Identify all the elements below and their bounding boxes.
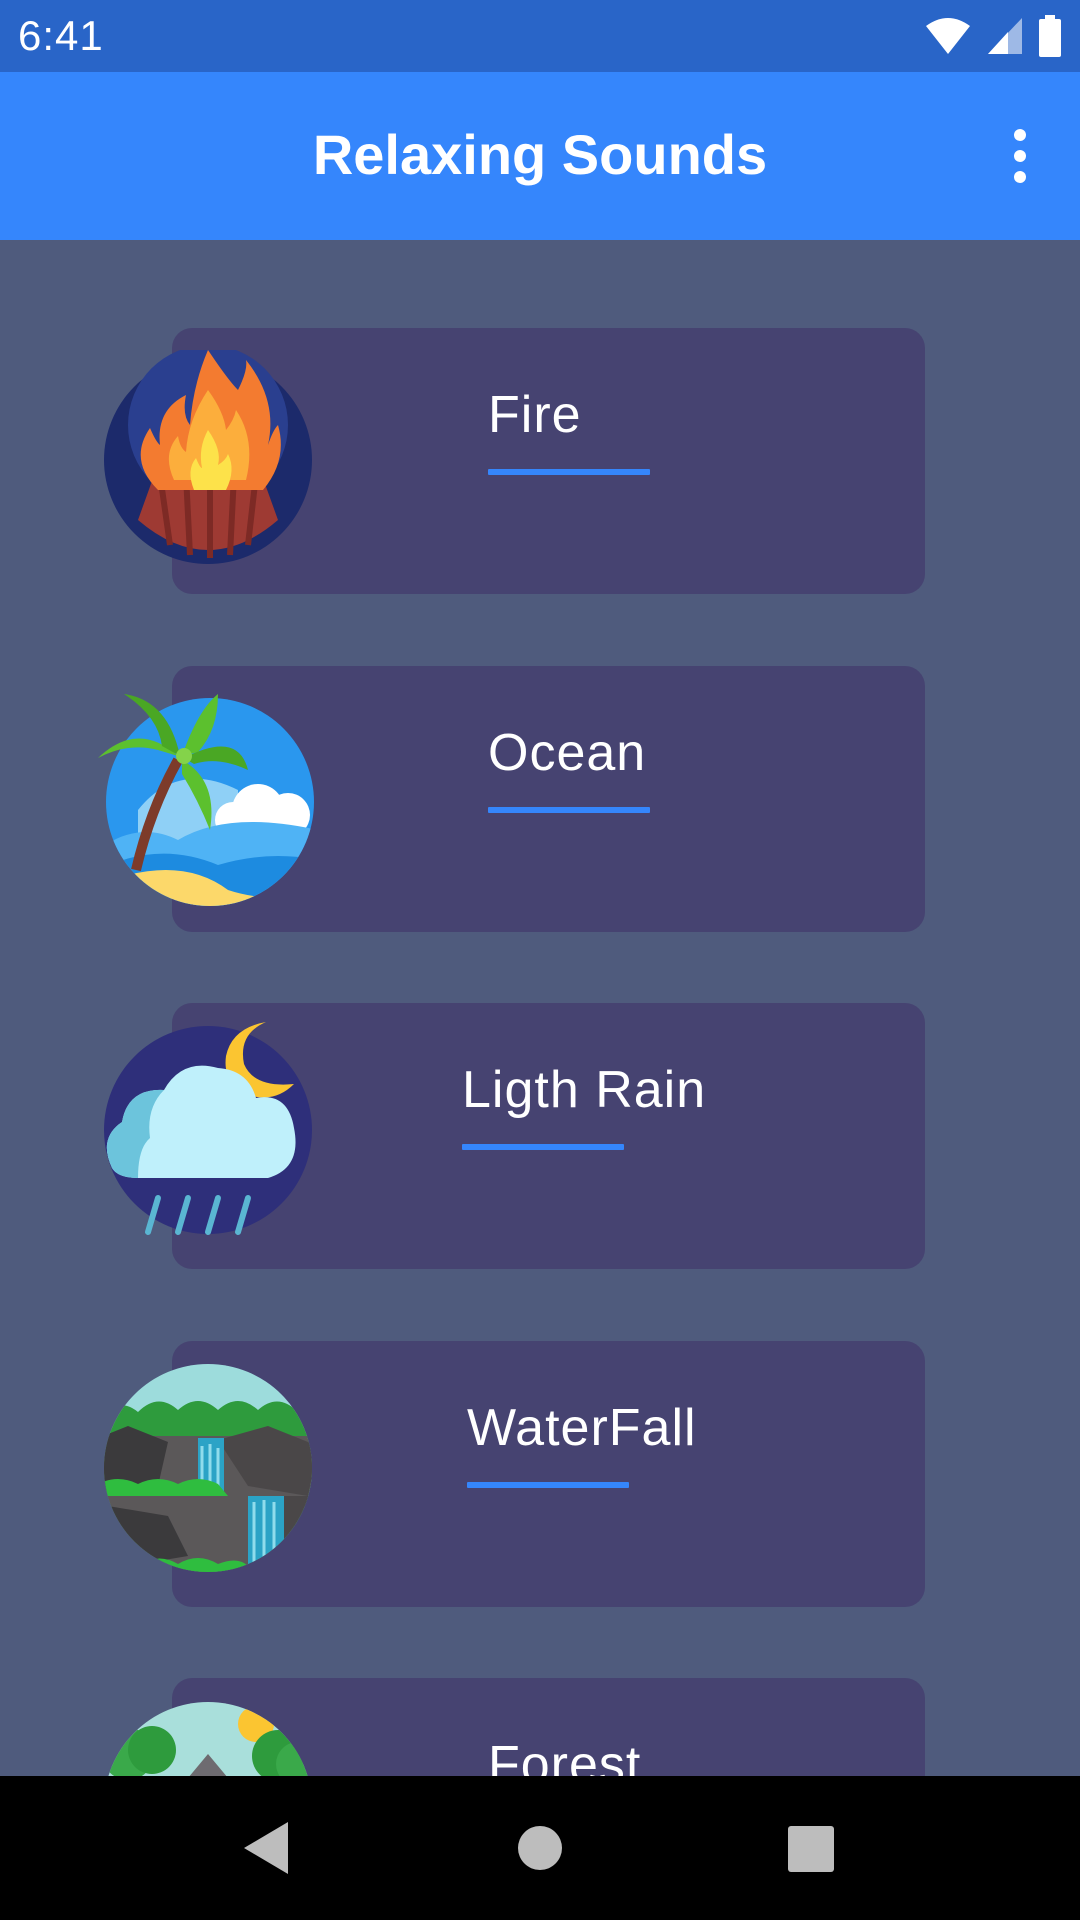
status-time: 6:41 xyxy=(18,12,104,59)
list-item: Ocean xyxy=(0,578,1080,932)
home-icon xyxy=(518,1826,562,1870)
sound-label-waterfall: WaterFall xyxy=(467,1399,697,1457)
battery-icon xyxy=(1039,15,1061,57)
sound-underline xyxy=(488,807,650,813)
sound-underline xyxy=(488,469,650,475)
list-item: WaterFall xyxy=(0,1253,1080,1607)
recents-icon xyxy=(788,1826,834,1872)
back-button[interactable] xyxy=(238,1818,298,1878)
wifi-icon xyxy=(926,18,970,54)
rain-icon xyxy=(104,1022,312,1235)
home-button[interactable] xyxy=(510,1818,570,1878)
sound-label-forest: Forest xyxy=(488,1736,642,1776)
list-item: Ligth Rain xyxy=(0,915,1080,1269)
app-bar: Relaxing Sounds xyxy=(0,72,1080,240)
system-nav-bar xyxy=(0,1776,1080,1920)
back-icon xyxy=(244,1822,288,1874)
sound-label-fire: Fire xyxy=(488,386,582,444)
list-item: Forest xyxy=(0,1590,1080,1776)
ocean-icon xyxy=(98,694,314,906)
sound-underline xyxy=(462,1144,624,1150)
sound-underline xyxy=(467,1482,629,1488)
page-title: Relaxing Sounds xyxy=(312,123,768,186)
signal-icon xyxy=(988,18,1022,54)
sound-list[interactable]: Fire Ocean Ligth Rain WaterFall Forest xyxy=(0,240,1080,1776)
forest-icon xyxy=(104,1702,312,1776)
sound-label-light-rain: Ligth Rain xyxy=(462,1061,707,1119)
more-vert-icon xyxy=(1014,129,1026,183)
status-icons xyxy=(924,14,1062,58)
recents-button[interactable] xyxy=(780,1818,840,1878)
list-item: Fire xyxy=(0,240,1080,594)
fire-icon xyxy=(104,350,312,564)
waterfall-icon xyxy=(104,1364,312,1572)
more-options-button[interactable] xyxy=(1000,126,1040,186)
sound-label-ocean: Ocean xyxy=(488,724,647,782)
status-bar: 6:41 xyxy=(0,0,1080,72)
